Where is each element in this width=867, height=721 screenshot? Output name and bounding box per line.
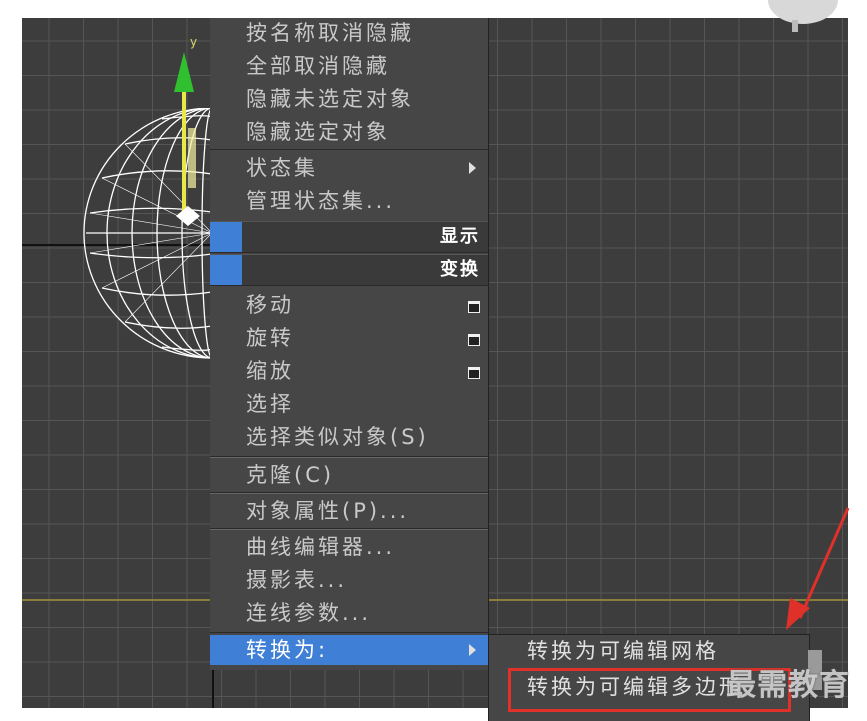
menu-item-label: 选择类似对象(S) xyxy=(246,425,429,449)
menu-separator xyxy=(210,493,488,494)
menu-item-label: 缩放 xyxy=(246,359,294,383)
section-header-label: 变换 xyxy=(440,259,480,280)
viewcube-stem xyxy=(792,20,798,32)
menu-item-label: 连线参数... xyxy=(246,601,372,625)
menu-item-select-similar[interactable]: 选择类似对象(S) xyxy=(210,422,488,452)
menu-separator xyxy=(210,149,488,150)
submenu-item-label: 转换为可编辑网格 xyxy=(527,639,719,663)
menu-item-label: 对象属性(P)... xyxy=(246,499,410,523)
menu-item-rotate[interactable]: 旋转 xyxy=(210,323,488,353)
menu-item-clone[interactable]: 克隆(C) xyxy=(210,460,488,490)
section-header-display: 显示 xyxy=(210,221,488,253)
menu-item-label: 旋转 xyxy=(246,326,294,350)
menu-item-label: 管理状态集... xyxy=(246,189,396,213)
menu-item-unhide-all[interactable]: 全部取消隐藏 xyxy=(210,51,488,81)
menu-item-state-sets[interactable]: 状态集 xyxy=(210,153,488,183)
settings-box-icon[interactable] xyxy=(468,367,480,379)
menu-item-label: 按名称取消隐藏 xyxy=(246,21,414,45)
menu-item-wire-parameters[interactable]: 连线参数... xyxy=(210,598,488,628)
menu-item-manage-state-sets[interactable]: 管理状态集... xyxy=(210,186,488,216)
menu-item-label: 选择 xyxy=(246,392,294,416)
submenu-arrow-icon xyxy=(469,644,476,656)
section-header-label: 显示 xyxy=(440,226,480,247)
section-header-transform: 变换 xyxy=(210,254,488,286)
menu-item-label: 全部取消隐藏 xyxy=(246,54,390,78)
quad-color-swatch xyxy=(210,222,242,252)
menu-item-label: 移动 xyxy=(246,293,294,317)
menu-separator xyxy=(210,529,488,530)
quad-color-swatch xyxy=(210,255,242,285)
menu-separator xyxy=(210,457,488,458)
quad-context-menu: 按名称取消隐藏 全部取消隐藏 隐藏未选定对象 隐藏选定对象 状态集 管理状态集.… xyxy=(210,18,489,670)
menu-item-curve-editor[interactable]: 曲线编辑器... xyxy=(210,532,488,562)
annotation-arrow-icon xyxy=(786,507,850,630)
menu-separator xyxy=(210,632,488,633)
menu-item-label: 隐藏未选定对象 xyxy=(246,87,414,111)
menu-item-hide-unselected[interactable]: 隐藏未选定对象 xyxy=(210,84,488,114)
menu-item-label: 摄影表... xyxy=(246,568,348,592)
settings-box-icon[interactable] xyxy=(468,334,480,346)
menu-item-label: 曲线编辑器... xyxy=(246,535,396,559)
settings-box-icon[interactable] xyxy=(468,301,480,313)
menu-item-unhide-by-name[interactable]: 按名称取消隐藏 xyxy=(210,18,488,48)
menu-item-hide-selection[interactable]: 隐藏选定对象 xyxy=(210,117,488,147)
menu-item-dope-sheet[interactable]: 摄影表... xyxy=(210,565,488,595)
menu-item-label: 状态集 xyxy=(246,156,318,180)
axis-y-label: y xyxy=(190,35,197,49)
menu-item-label: 转换为: xyxy=(246,638,329,662)
menu-item-convert-to[interactable]: 转换为: xyxy=(210,635,488,665)
menu-item-scale[interactable]: 缩放 xyxy=(210,356,488,386)
menu-item-object-properties[interactable]: 对象属性(P)... xyxy=(210,496,488,526)
screenshot-stage: y 按名称取消隐藏 全部取消隐藏 隐藏未选定对象 隐藏选定对象 状态集 管理状态… xyxy=(0,0,867,721)
menu-item-label: 隐藏选定对象 xyxy=(246,120,390,144)
watermark-logo: 最需教育 xyxy=(726,668,850,703)
menu-item-select[interactable]: 选择 xyxy=(210,389,488,419)
menu-item-move[interactable]: 移动 xyxy=(210,290,488,320)
menu-item-label: 克隆(C) xyxy=(246,463,335,487)
submenu-arrow-icon xyxy=(469,162,476,174)
